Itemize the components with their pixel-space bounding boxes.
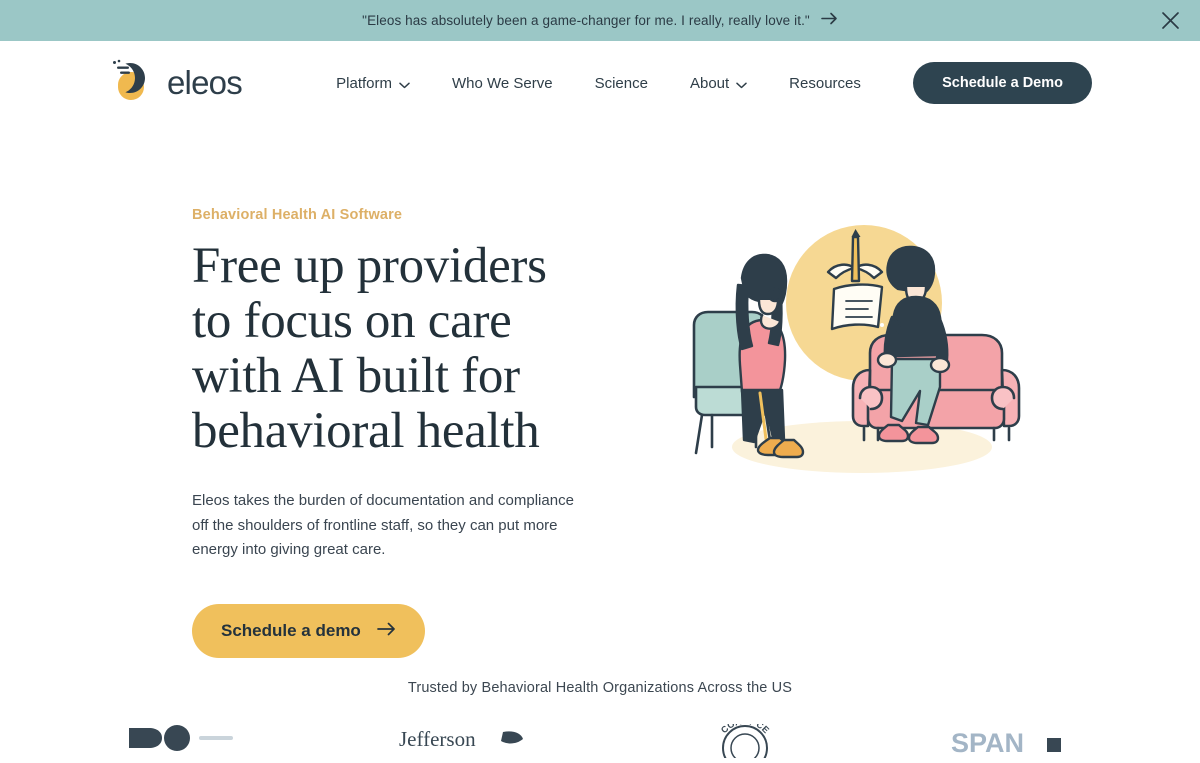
- nav-label: Science: [594, 74, 648, 92]
- schedule-demo-button[interactable]: Schedule a Demo: [913, 62, 1092, 104]
- close-icon[interactable]: [1157, 8, 1183, 34]
- logo-text: eleos: [167, 64, 243, 101]
- arrow-right-icon: [821, 12, 838, 30]
- hero-schedule-demo-button[interactable]: Schedule a demo: [192, 604, 425, 659]
- nav-label: Resources: [789, 74, 861, 92]
- hero-illustration-wrap: [632, 207, 1092, 658]
- nav-item-about[interactable]: About: [690, 74, 747, 93]
- partner-logo-row: Jefferson COAST CE SPAN: [0, 716, 1200, 763]
- nav-label: Platform: [336, 74, 392, 92]
- hero-description: Eleos takes the burden of documentation …: [192, 492, 574, 558]
- main-navigation: Platform Who We Serve Science About Reso…: [284, 74, 913, 93]
- nav-item-who-we-serve[interactable]: Who We Serve: [452, 75, 553, 92]
- hero-cta-label: Schedule a demo: [221, 621, 361, 641]
- trusted-section: Trusted by Behavioral Health Organizatio…: [0, 680, 1200, 763]
- svg-text:SPAN: SPAN: [951, 728, 1024, 758]
- trusted-title: Trusted by Behavioral Health Organizatio…: [407, 680, 793, 696]
- chevron-down-icon: [399, 76, 410, 93]
- partner-logo-1: [119, 724, 239, 763]
- announcement-link[interactable]: "Eleos has absolutely been a game-change…: [362, 12, 838, 30]
- page-title: Free up providers to focus on care with …: [192, 238, 547, 460]
- nav-label: Who We Serve: [452, 74, 553, 92]
- therapy-session-illustration: [682, 215, 1042, 490]
- hero-content: Behavioral Health AI Software Free up pr…: [192, 207, 592, 659]
- chevron-down-icon: [736, 76, 747, 93]
- nav-item-resources[interactable]: Resources: [789, 75, 861, 92]
- svg-text:Jefferson: Jefferson: [399, 727, 476, 751]
- site-header: eleos Platform Who We Serve Science Abou…: [0, 41, 1200, 125]
- partner-logo-coast: COAST CE: [699, 716, 791, 763]
- nav-item-science[interactable]: Science: [595, 75, 648, 92]
- hero-section: Behavioral Health AI Software Free up pr…: [0, 125, 1200, 659]
- arrow-right-icon: [376, 621, 396, 641]
- nav-label: About: [689, 74, 730, 92]
- announcement-text: "Eleos has absolutely been a game-change…: [362, 13, 810, 28]
- eleos-logo-mark: [108, 57, 158, 110]
- partner-logo-jefferson: Jefferson: [399, 724, 539, 763]
- nav-item-platform[interactable]: Platform: [336, 74, 410, 93]
- announcement-banner: "Eleos has absolutely been a game-change…: [0, 0, 1200, 41]
- logo[interactable]: eleos: [108, 57, 243, 110]
- partner-logo-span: SPAN: [951, 724, 1081, 763]
- hero-eyebrow: Behavioral Health AI Software: [192, 207, 403, 223]
